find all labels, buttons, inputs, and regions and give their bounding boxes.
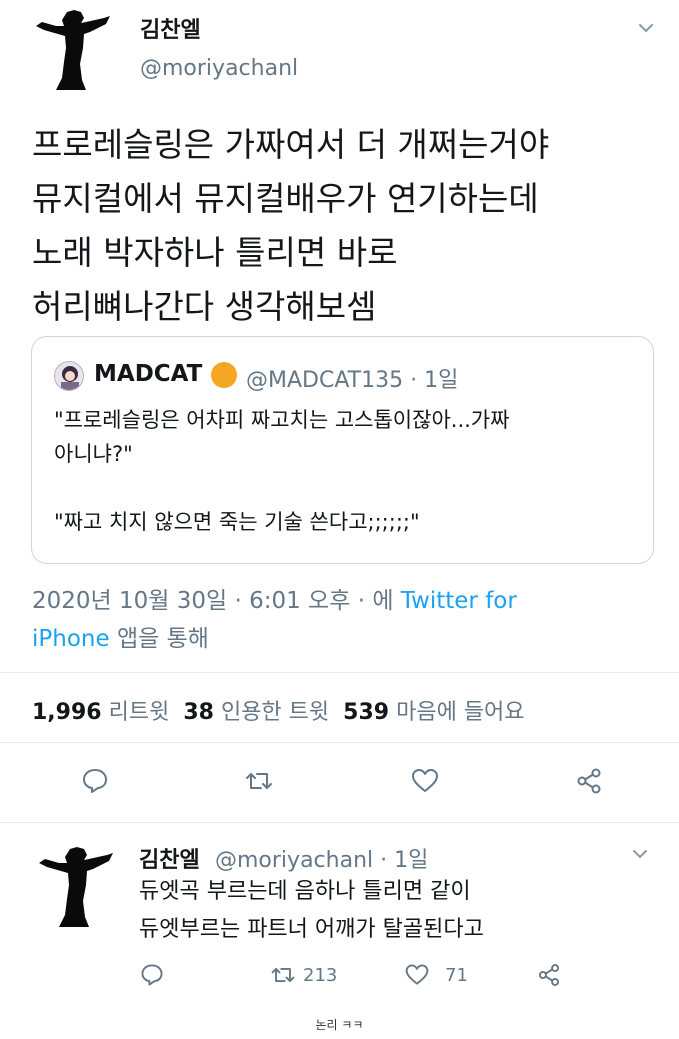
reply-icon[interactable] [139, 962, 165, 988]
quote-count[interactable]: 38 [183, 700, 214, 725]
quoted-avatar [54, 361, 84, 391]
quoted-author-handle: @MADCAT135 · 1일 [246, 368, 459, 393]
reply-icon[interactable] [80, 766, 110, 796]
tweet-text-line: 허리뼈나간다 생각해보셈 [32, 287, 377, 326]
retweet-icon[interactable] [270, 962, 296, 988]
retweet-count[interactable]: 1,996 [32, 700, 102, 725]
divider [0, 822, 679, 823]
reply-text-line: 듀엣부르는 파트너 어깨가 탈골된다고 [139, 917, 484, 942]
tweet-stats: 1,996 리트윗 38 인용한 트윗 539 마음에 들어요 [32, 694, 525, 726]
tweet-text-line: 프로레슬링은 가짜여서 더 개쩌는거야 [32, 125, 550, 164]
silhouette-avatar-icon [36, 10, 110, 90]
author-name[interactable]: 김찬엘 [140, 12, 201, 44]
tweet-source-suffix: 앱을 통해 [109, 626, 209, 652]
reply-retweet-count: 213 [303, 965, 338, 986]
retweet-icon[interactable] [244, 766, 274, 796]
like-count[interactable]: 539 [343, 700, 389, 725]
quoted-tweet-card[interactable]: MADCAT @MADCAT135 · 1일 "프로레슬링은 어차피 짜고치는 … [31, 336, 654, 564]
heart-icon[interactable] [410, 766, 440, 796]
silhouette-avatar-icon [39, 847, 113, 927]
chevron-down-icon[interactable] [632, 14, 660, 42]
image-caption: 논리 ㅋㅋ [315, 1018, 364, 1032]
chevron-down-icon[interactable] [628, 842, 652, 866]
divider [0, 672, 679, 673]
reply-author-name[interactable]: 김찬엘 [139, 842, 200, 874]
avatar[interactable] [34, 8, 114, 92]
author-handle[interactable]: @moriyachanl [140, 56, 298, 81]
tweet-text: 프로레슬링은 가짜여서 더 개쩌는거야 뮤지컬에서 뮤지컬배우가 연기하는데 노… [32, 118, 662, 334]
divider [0, 742, 679, 743]
tweet-text-line: 뮤지컬에서 뮤지컬배우가 연기하는데 [32, 179, 539, 218]
reply-text: 듀엣곡 부르는데 음하나 틀리면 같이 듀엣부르는 파트너 어깨가 탈골된다고 [139, 873, 659, 949]
share-icon[interactable] [574, 766, 604, 796]
orange-emoji-icon [211, 362, 237, 388]
tweet-text-line: 노래 박자하나 틀리면 바로 [32, 233, 398, 272]
heart-icon[interactable] [404, 962, 430, 988]
like-label[interactable]: 마음에 들어요 [396, 700, 524, 725]
reply-text-line: 듀엣곡 부르는데 음하나 틀리면 같이 [139, 879, 471, 904]
tweet-timestamp: 2020년 10월 30일 · 6:01 오후 · 에 [32, 588, 401, 614]
retweet-label[interactable]: 리트윗 [109, 700, 170, 725]
share-icon[interactable] [536, 962, 562, 988]
reply-author-handle[interactable]: @moriyachanl · 1일 [215, 842, 428, 874]
quoted-author-name: MADCAT [94, 361, 203, 387]
reply-avatar[interactable] [36, 845, 118, 929]
reply-like-count: 71 [445, 965, 468, 986]
quoted-tweet-text: "프로레슬링은 어차피 짜고치는 고스톱이잖아...가짜 아니냐?" "짜고 치… [54, 408, 510, 534]
tweet-meta: 2020년 10월 30일 · 6:01 오후 · 에 Twitter for … [32, 582, 592, 658]
quote-label[interactable]: 인용한 트윗 [221, 700, 329, 725]
